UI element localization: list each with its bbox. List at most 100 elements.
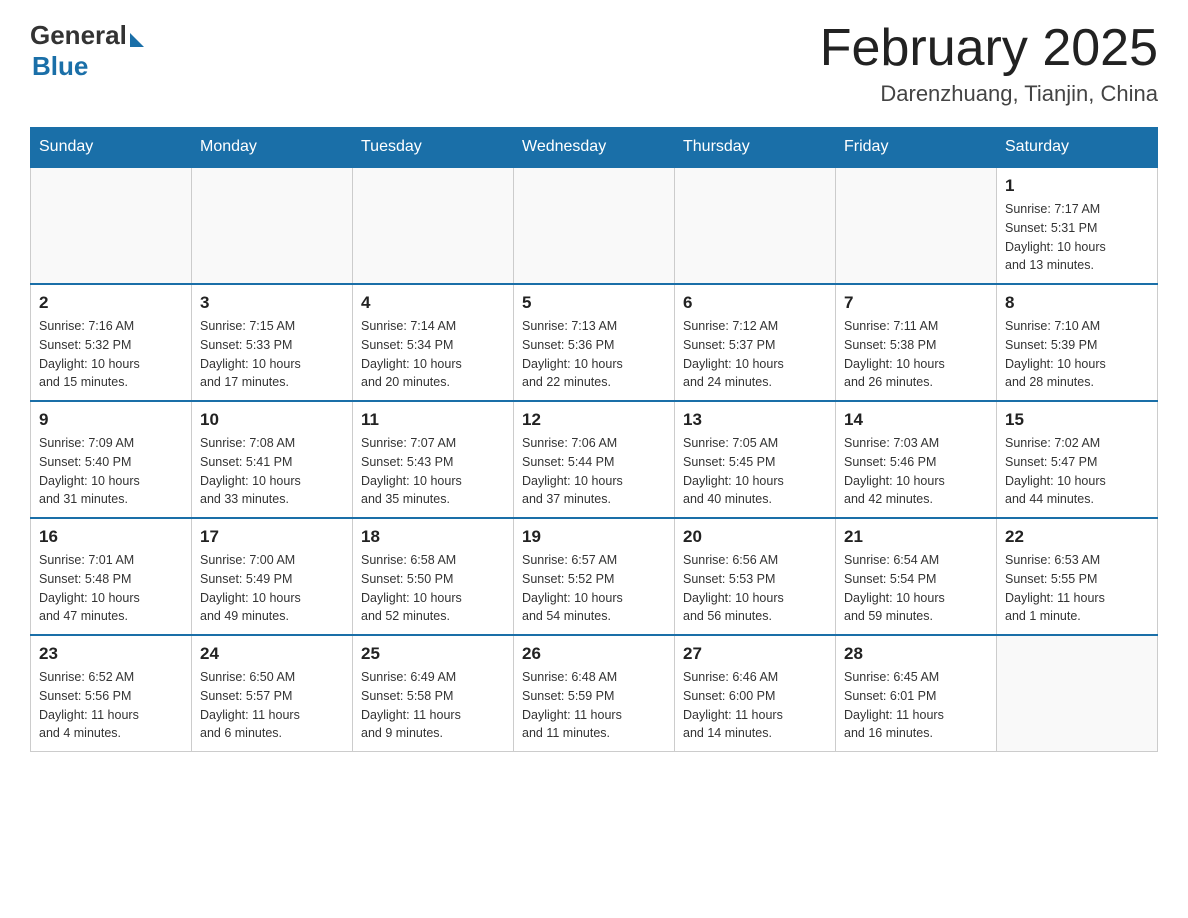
day-info: Sunrise: 7:16 AM Sunset: 5:32 PM Dayligh… bbox=[39, 317, 183, 392]
calendar-cell: 15 Sunrise: 7:02 AM Sunset: 5:47 PM Dayli… bbox=[997, 401, 1158, 518]
day-number: 12 bbox=[522, 410, 666, 430]
day-number: 14 bbox=[844, 410, 988, 430]
calendar-header-wednesday: Wednesday bbox=[514, 128, 675, 168]
day-number: 26 bbox=[522, 644, 666, 664]
day-number: 4 bbox=[361, 293, 505, 313]
calendar-cell: 20 Sunrise: 6:56 AM Sunset: 5:53 PM Dayli… bbox=[675, 518, 836, 635]
day-number: 13 bbox=[683, 410, 827, 430]
logo-arrow-icon bbox=[130, 33, 144, 47]
calendar-cell: 27 Sunrise: 6:46 AM Sunset: 6:00 PM Dayli… bbox=[675, 635, 836, 752]
calendar-header-thursday: Thursday bbox=[675, 128, 836, 168]
calendar-cell bbox=[31, 167, 192, 284]
day-number: 22 bbox=[1005, 527, 1149, 547]
calendar-cell: 11 Sunrise: 7:07 AM Sunset: 5:43 PM Dayli… bbox=[353, 401, 514, 518]
day-number: 18 bbox=[361, 527, 505, 547]
day-number: 16 bbox=[39, 527, 183, 547]
day-number: 10 bbox=[200, 410, 344, 430]
location-title: Darenzhuang, Tianjin, China bbox=[820, 81, 1158, 107]
week-row-1: 2 Sunrise: 7:16 AM Sunset: 5:32 PM Daylig… bbox=[31, 284, 1158, 401]
calendar-header-row: SundayMondayTuesdayWednesdayThursdayFrid… bbox=[31, 128, 1158, 168]
day-info: Sunrise: 7:03 AM Sunset: 5:46 PM Dayligh… bbox=[844, 434, 988, 509]
logo-blue-text: Blue bbox=[32, 51, 88, 82]
day-info: Sunrise: 7:00 AM Sunset: 5:49 PM Dayligh… bbox=[200, 551, 344, 626]
calendar-cell: 12 Sunrise: 7:06 AM Sunset: 5:44 PM Dayli… bbox=[514, 401, 675, 518]
calendar-cell bbox=[836, 167, 997, 284]
day-info: Sunrise: 7:12 AM Sunset: 5:37 PM Dayligh… bbox=[683, 317, 827, 392]
day-number: 20 bbox=[683, 527, 827, 547]
calendar-cell: 5 Sunrise: 7:13 AM Sunset: 5:36 PM Daylig… bbox=[514, 284, 675, 401]
day-number: 28 bbox=[844, 644, 988, 664]
day-number: 11 bbox=[361, 410, 505, 430]
week-row-4: 23 Sunrise: 6:52 AM Sunset: 5:56 PM Dayli… bbox=[31, 635, 1158, 752]
week-row-2: 9 Sunrise: 7:09 AM Sunset: 5:40 PM Daylig… bbox=[31, 401, 1158, 518]
calendar-header-monday: Monday bbox=[192, 128, 353, 168]
calendar-table: SundayMondayTuesdayWednesdayThursdayFrid… bbox=[30, 127, 1158, 752]
day-number: 9 bbox=[39, 410, 183, 430]
day-number: 7 bbox=[844, 293, 988, 313]
calendar-header-tuesday: Tuesday bbox=[353, 128, 514, 168]
calendar-cell: 7 Sunrise: 7:11 AM Sunset: 5:38 PM Daylig… bbox=[836, 284, 997, 401]
logo: General Blue bbox=[30, 20, 144, 82]
day-info: Sunrise: 7:07 AM Sunset: 5:43 PM Dayligh… bbox=[361, 434, 505, 509]
day-info: Sunrise: 6:52 AM Sunset: 5:56 PM Dayligh… bbox=[39, 668, 183, 743]
calendar-header-friday: Friday bbox=[836, 128, 997, 168]
day-info: Sunrise: 7:13 AM Sunset: 5:36 PM Dayligh… bbox=[522, 317, 666, 392]
calendar-cell: 16 Sunrise: 7:01 AM Sunset: 5:48 PM Dayli… bbox=[31, 518, 192, 635]
calendar-cell bbox=[353, 167, 514, 284]
day-info: Sunrise: 7:06 AM Sunset: 5:44 PM Dayligh… bbox=[522, 434, 666, 509]
day-number: 8 bbox=[1005, 293, 1149, 313]
day-number: 21 bbox=[844, 527, 988, 547]
day-number: 5 bbox=[522, 293, 666, 313]
calendar-header-saturday: Saturday bbox=[997, 128, 1158, 168]
calendar-cell: 21 Sunrise: 6:54 AM Sunset: 5:54 PM Dayli… bbox=[836, 518, 997, 635]
day-info: Sunrise: 7:15 AM Sunset: 5:33 PM Dayligh… bbox=[200, 317, 344, 392]
day-number: 2 bbox=[39, 293, 183, 313]
calendar-cell: 19 Sunrise: 6:57 AM Sunset: 5:52 PM Dayli… bbox=[514, 518, 675, 635]
day-info: Sunrise: 7:02 AM Sunset: 5:47 PM Dayligh… bbox=[1005, 434, 1149, 509]
calendar-cell bbox=[675, 167, 836, 284]
calendar-cell: 1Sunrise: 7:17 AM Sunset: 5:31 PM Daylig… bbox=[997, 167, 1158, 284]
day-number: 3 bbox=[200, 293, 344, 313]
day-info: Sunrise: 7:01 AM Sunset: 5:48 PM Dayligh… bbox=[39, 551, 183, 626]
week-row-0: 1Sunrise: 7:17 AM Sunset: 5:31 PM Daylig… bbox=[31, 167, 1158, 284]
calendar-cell bbox=[997, 635, 1158, 752]
calendar-cell: 10 Sunrise: 7:08 AM Sunset: 5:41 PM Dayli… bbox=[192, 401, 353, 518]
month-title: February 2025 bbox=[820, 20, 1158, 77]
day-info: Sunrise: 6:54 AM Sunset: 5:54 PM Dayligh… bbox=[844, 551, 988, 626]
calendar-cell: 24 Sunrise: 6:50 AM Sunset: 5:57 PM Dayli… bbox=[192, 635, 353, 752]
day-info: Sunrise: 6:50 AM Sunset: 5:57 PM Dayligh… bbox=[200, 668, 344, 743]
day-info: Sunrise: 7:10 AM Sunset: 5:39 PM Dayligh… bbox=[1005, 317, 1149, 392]
calendar-cell: 17Sunrise: 7:00 AM Sunset: 5:49 PM Dayli… bbox=[192, 518, 353, 635]
day-info: Sunrise: 7:09 AM Sunset: 5:40 PM Dayligh… bbox=[39, 434, 183, 509]
calendar-cell: 18Sunrise: 6:58 AM Sunset: 5:50 PM Dayli… bbox=[353, 518, 514, 635]
day-number: 19 bbox=[522, 527, 666, 547]
day-info: Sunrise: 6:46 AM Sunset: 6:00 PM Dayligh… bbox=[683, 668, 827, 743]
day-number: 15 bbox=[1005, 410, 1149, 430]
calendar-cell: 3 Sunrise: 7:15 AM Sunset: 5:33 PM Daylig… bbox=[192, 284, 353, 401]
calendar-cell: 9 Sunrise: 7:09 AM Sunset: 5:40 PM Daylig… bbox=[31, 401, 192, 518]
calendar-cell: 6 Sunrise: 7:12 AM Sunset: 5:37 PM Daylig… bbox=[675, 284, 836, 401]
day-number: 6 bbox=[683, 293, 827, 313]
logo-general-text: General bbox=[30, 20, 127, 51]
day-info: Sunrise: 6:48 AM Sunset: 5:59 PM Dayligh… bbox=[522, 668, 666, 743]
day-info: Sunrise: 6:57 AM Sunset: 5:52 PM Dayligh… bbox=[522, 551, 666, 626]
calendar-cell: 13Sunrise: 7:05 AM Sunset: 5:45 PM Dayli… bbox=[675, 401, 836, 518]
day-number: 24 bbox=[200, 644, 344, 664]
title-section: February 2025 Darenzhuang, Tianjin, Chin… bbox=[820, 20, 1158, 107]
day-info: Sunrise: 6:45 AM Sunset: 6:01 PM Dayligh… bbox=[844, 668, 988, 743]
day-info: Sunrise: 7:11 AM Sunset: 5:38 PM Dayligh… bbox=[844, 317, 988, 392]
day-info: Sunrise: 6:56 AM Sunset: 5:53 PM Dayligh… bbox=[683, 551, 827, 626]
calendar-cell bbox=[192, 167, 353, 284]
calendar-cell: 4Sunrise: 7:14 AM Sunset: 5:34 PM Daylig… bbox=[353, 284, 514, 401]
calendar-cell: 25Sunrise: 6:49 AM Sunset: 5:58 PM Dayli… bbox=[353, 635, 514, 752]
calendar-cell: 8 Sunrise: 7:10 AM Sunset: 5:39 PM Daylig… bbox=[997, 284, 1158, 401]
day-info: Sunrise: 6:53 AM Sunset: 5:55 PM Dayligh… bbox=[1005, 551, 1149, 626]
day-info: Sunrise: 7:08 AM Sunset: 5:41 PM Dayligh… bbox=[200, 434, 344, 509]
day-number: 23 bbox=[39, 644, 183, 664]
calendar-cell: 28 Sunrise: 6:45 AM Sunset: 6:01 PM Dayli… bbox=[836, 635, 997, 752]
calendar-cell: 14 Sunrise: 7:03 AM Sunset: 5:46 PM Dayli… bbox=[836, 401, 997, 518]
week-row-3: 16 Sunrise: 7:01 AM Sunset: 5:48 PM Dayli… bbox=[31, 518, 1158, 635]
day-number: 27 bbox=[683, 644, 827, 664]
day-number: 25 bbox=[361, 644, 505, 664]
page-header: General Blue February 2025 Darenzhuang, … bbox=[30, 20, 1158, 107]
